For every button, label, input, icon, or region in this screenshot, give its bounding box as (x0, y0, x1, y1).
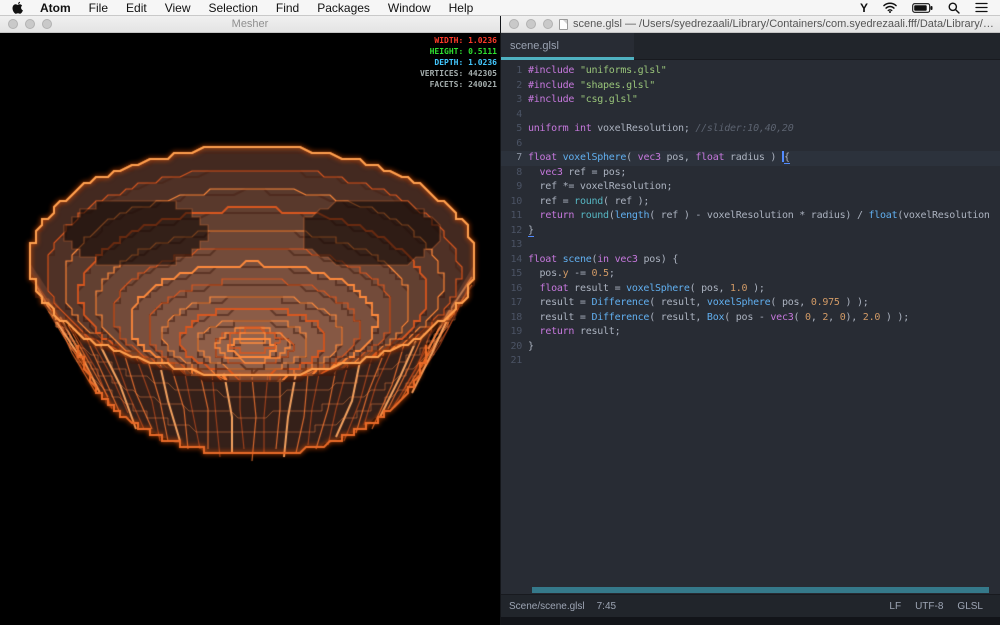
line-number: 17 (501, 296, 528, 311)
menu-bar: AtomFileEditViewSelectionFindPackagesWin… (0, 0, 1000, 16)
mesh-stats-overlay: WIDTH: 1.0236HEIGHT: 0.5111DEPTH: 1.0236… (420, 35, 497, 90)
menu-item-packages[interactable]: Packages (308, 0, 379, 16)
status-cursor-position[interactable]: 7:45 (597, 601, 616, 612)
notification-center-icon[interactable] (975, 2, 988, 13)
code-line-18[interactable]: 18 result = Difference( result, Box( pos… (501, 311, 1000, 326)
menu-item-find[interactable]: Find (267, 0, 308, 16)
wifi-icon[interactable] (883, 2, 897, 13)
code-line-3[interactable]: 3#include "csg.glsl" (501, 93, 1000, 108)
code-line-10[interactable]: 10 ref = round( ref ); (501, 195, 1000, 210)
status-file-path[interactable]: Scene/scene.glsl (509, 601, 585, 612)
yoink-icon[interactable]: Y (860, 1, 868, 15)
close-button[interactable] (509, 19, 519, 29)
menu-item-selection[interactable]: Selection (200, 0, 267, 16)
menu-item-view[interactable]: View (156, 0, 200, 16)
line-number: 6 (501, 137, 528, 152)
menu-status-icons: Y (860, 0, 988, 15)
mesher-traffic-lights (8, 19, 52, 29)
battery-icon[interactable] (912, 3, 933, 13)
code-line-4[interactable]: 4 (501, 108, 1000, 123)
code-line-12[interactable]: 12} (501, 224, 1000, 239)
spotlight-icon[interactable] (948, 2, 960, 14)
mesher-window: Mesher WIDTH: 1.0236HEIGHT: 0.5111DEPTH:… (0, 16, 500, 625)
atom-titlebar[interactable]: scene.glsl — /Users/syedrezaali/Library/… (501, 16, 1000, 33)
code-editor[interactable]: 1#include "uniforms.glsl"2#include "shap… (501, 60, 1000, 587)
stat-vertices: VERTICES: 442305 (420, 68, 497, 79)
line-number: 20 (501, 340, 528, 355)
atom-traffic-lights (509, 19, 553, 29)
atom-window: scene.glsl — /Users/syedrezaali/Library/… (500, 16, 1000, 625)
line-number: 14 (501, 253, 528, 268)
status-grammar[interactable]: GLSL (957, 601, 983, 612)
mesher-window-title: Mesher (0, 18, 500, 30)
line-number: 7 (501, 151, 528, 166)
code-line-15[interactable]: 15 pos.y -= 0.5; (501, 267, 1000, 282)
code-line-5[interactable]: 5uniform int voxelResolution; //slider:1… (501, 122, 1000, 137)
line-number: 19 (501, 325, 528, 340)
tab-scene-glsl[interactable]: scene.glsl (501, 33, 634, 60)
menu-item-file[interactable]: File (80, 0, 117, 16)
menu-item-window[interactable]: Window (379, 0, 440, 16)
line-number: 21 (501, 354, 528, 369)
line-number: 11 (501, 209, 528, 224)
code-line-21[interactable]: 21 (501, 354, 1000, 369)
line-number: 9 (501, 180, 528, 195)
tab-bar: scene.glsl (501, 33, 1000, 60)
menu-items: AtomFileEditViewSelectionFindPackagesWin… (31, 0, 482, 15)
minimize-button[interactable] (25, 19, 35, 29)
code-line-20[interactable]: 20} (501, 340, 1000, 355)
code-line-13[interactable]: 13 (501, 238, 1000, 253)
menu-item-help[interactable]: Help (440, 0, 483, 16)
line-number: 1 (501, 64, 528, 79)
code-line-14[interactable]: 14float scene(in vec3 pos) { (501, 253, 1000, 268)
document-icon (559, 19, 568, 30)
close-button[interactable] (8, 19, 18, 29)
zoom-button[interactable] (543, 19, 553, 29)
window-bottom-edge (501, 617, 1000, 625)
horizontal-scrollbar[interactable] (532, 587, 989, 594)
code-line-1[interactable]: 1#include "uniforms.glsl" (501, 64, 1000, 79)
menu-item-edit[interactable]: Edit (117, 0, 156, 16)
stat-facets: FACETS: 240021 (420, 79, 497, 90)
voxel-mesh-3d-view[interactable] (0, 33, 500, 625)
minimize-button[interactable] (526, 19, 536, 29)
zoom-button[interactable] (42, 19, 52, 29)
code-line-6[interactable]: 6 (501, 137, 1000, 152)
code-line-2[interactable]: 2#include "shapes.glsl" (501, 79, 1000, 94)
status-bar: Scene/scene.glsl 7:45 LF UTF-8 GLSL (501, 594, 1000, 617)
status-encoding[interactable]: UTF-8 (915, 601, 943, 612)
mesher-titlebar[interactable]: Mesher (0, 16, 500, 33)
code-line-9[interactable]: 9 ref *= voxelResolution; (501, 180, 1000, 195)
code-line-19[interactable]: 19 return result; (501, 325, 1000, 340)
line-number: 15 (501, 267, 528, 282)
desktop: AtomFileEditViewSelectionFindPackagesWin… (0, 0, 1000, 625)
code-line-7[interactable]: 7float voxelSphere( vec3 pos, float radi… (501, 151, 1000, 166)
line-number: 2 (501, 79, 528, 94)
code-line-8[interactable]: 8 vec3 ref = pos; (501, 166, 1000, 181)
line-number: 16 (501, 282, 528, 297)
status-line-ending[interactable]: LF (889, 601, 901, 612)
scrollbar-thumb[interactable] (532, 587, 989, 593)
stat-height: HEIGHT: 0.5111 (420, 46, 497, 57)
line-number: 13 (501, 238, 528, 253)
code-line-16[interactable]: 16 float result = voxelSphere( pos, 1.0 … (501, 282, 1000, 297)
mesher-viewport: WIDTH: 1.0236HEIGHT: 0.5111DEPTH: 1.0236… (0, 33, 500, 625)
apple-icon[interactable] (12, 1, 23, 14)
code-line-17[interactable]: 17 result = Difference( result, voxelSph… (501, 296, 1000, 311)
line-number: 5 (501, 122, 528, 137)
line-number: 3 (501, 93, 528, 108)
atom-window-title: scene.glsl — /Users/syedrezaali/Library/… (573, 18, 1000, 30)
stat-depth: DEPTH: 1.0236 (420, 57, 497, 68)
code-line-11[interactable]: 11 return round(length( ref ) - voxelRes… (501, 209, 1000, 224)
line-number: 10 (501, 195, 528, 210)
menu-item-atom[interactable]: Atom (31, 0, 80, 16)
line-number: 4 (501, 108, 528, 123)
line-number: 12 (501, 224, 528, 239)
stat-width: WIDTH: 1.0236 (420, 35, 497, 46)
line-number: 18 (501, 311, 528, 326)
line-number: 8 (501, 166, 528, 181)
